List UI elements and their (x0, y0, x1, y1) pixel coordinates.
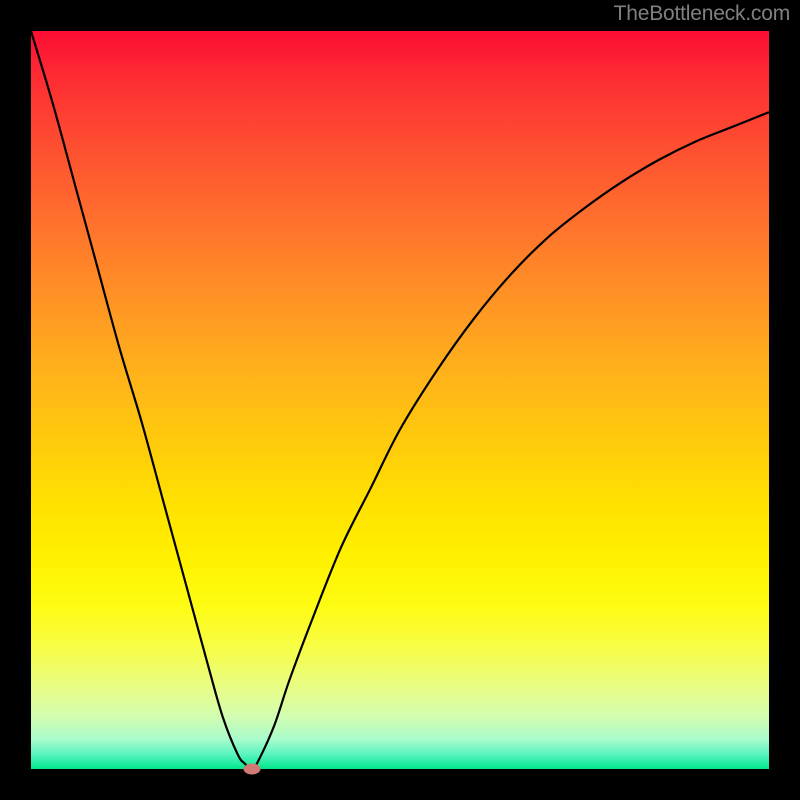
curve-svg (31, 31, 769, 769)
attribution-label: TheBottleneck.com (614, 2, 790, 26)
bottleneck-curve (31, 31, 769, 769)
chart-frame: TheBottleneck.com (0, 0, 800, 800)
plot-area (31, 31, 769, 769)
minimum-marker (244, 764, 261, 775)
